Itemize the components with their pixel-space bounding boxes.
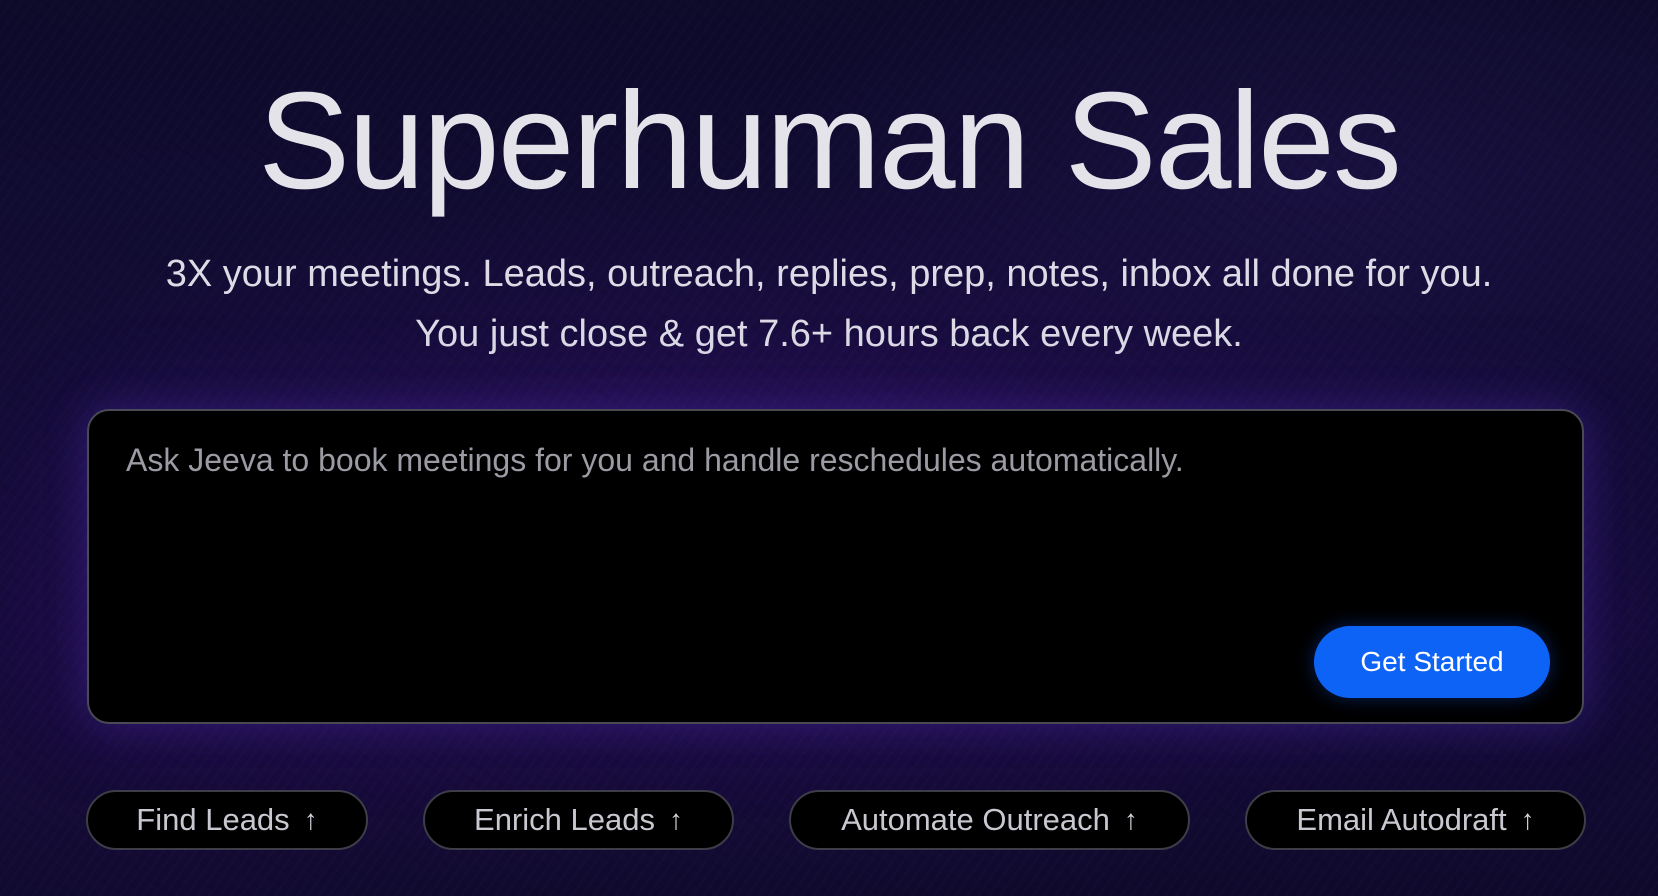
arrow-up-icon: ↑ — [1520, 804, 1535, 835]
prompt-input[interactable] — [124, 439, 1528, 481]
find-leads-chip[interactable]: Find Leads ↑ — [86, 790, 368, 850]
chip-label: Enrich Leads — [474, 802, 655, 837]
page-title: Superhuman Sales — [258, 64, 1402, 218]
chip-label: Find Leads — [136, 802, 290, 837]
arrow-up-icon: ↑ — [1123, 804, 1138, 835]
arrow-up-icon: ↑ — [303, 804, 318, 835]
subtitle-line-1: 3X your meetings. Leads, outreach, repli… — [165, 253, 1493, 295]
chip-label: Automate Outreach — [841, 802, 1110, 837]
enrich-leads-chip[interactable]: Enrich Leads ↑ — [423, 790, 734, 850]
chip-label: Email Autodraft — [1296, 802, 1507, 837]
prompt-box[interactable]: Get Started — [87, 409, 1584, 724]
hero-subtitle: 3X your meetings. Leads, outreach, repli… — [0, 244, 1658, 364]
get-started-button[interactable]: Get Started — [1314, 626, 1550, 698]
automate-outreach-chip[interactable]: Automate Outreach ↑ — [789, 790, 1190, 850]
email-autodraft-chip[interactable]: Email Autodraft ↑ — [1245, 790, 1586, 850]
subtitle-line-2: You just close & get 7.6+ hours back eve… — [415, 313, 1243, 355]
arrow-up-icon: ↑ — [668, 804, 683, 835]
